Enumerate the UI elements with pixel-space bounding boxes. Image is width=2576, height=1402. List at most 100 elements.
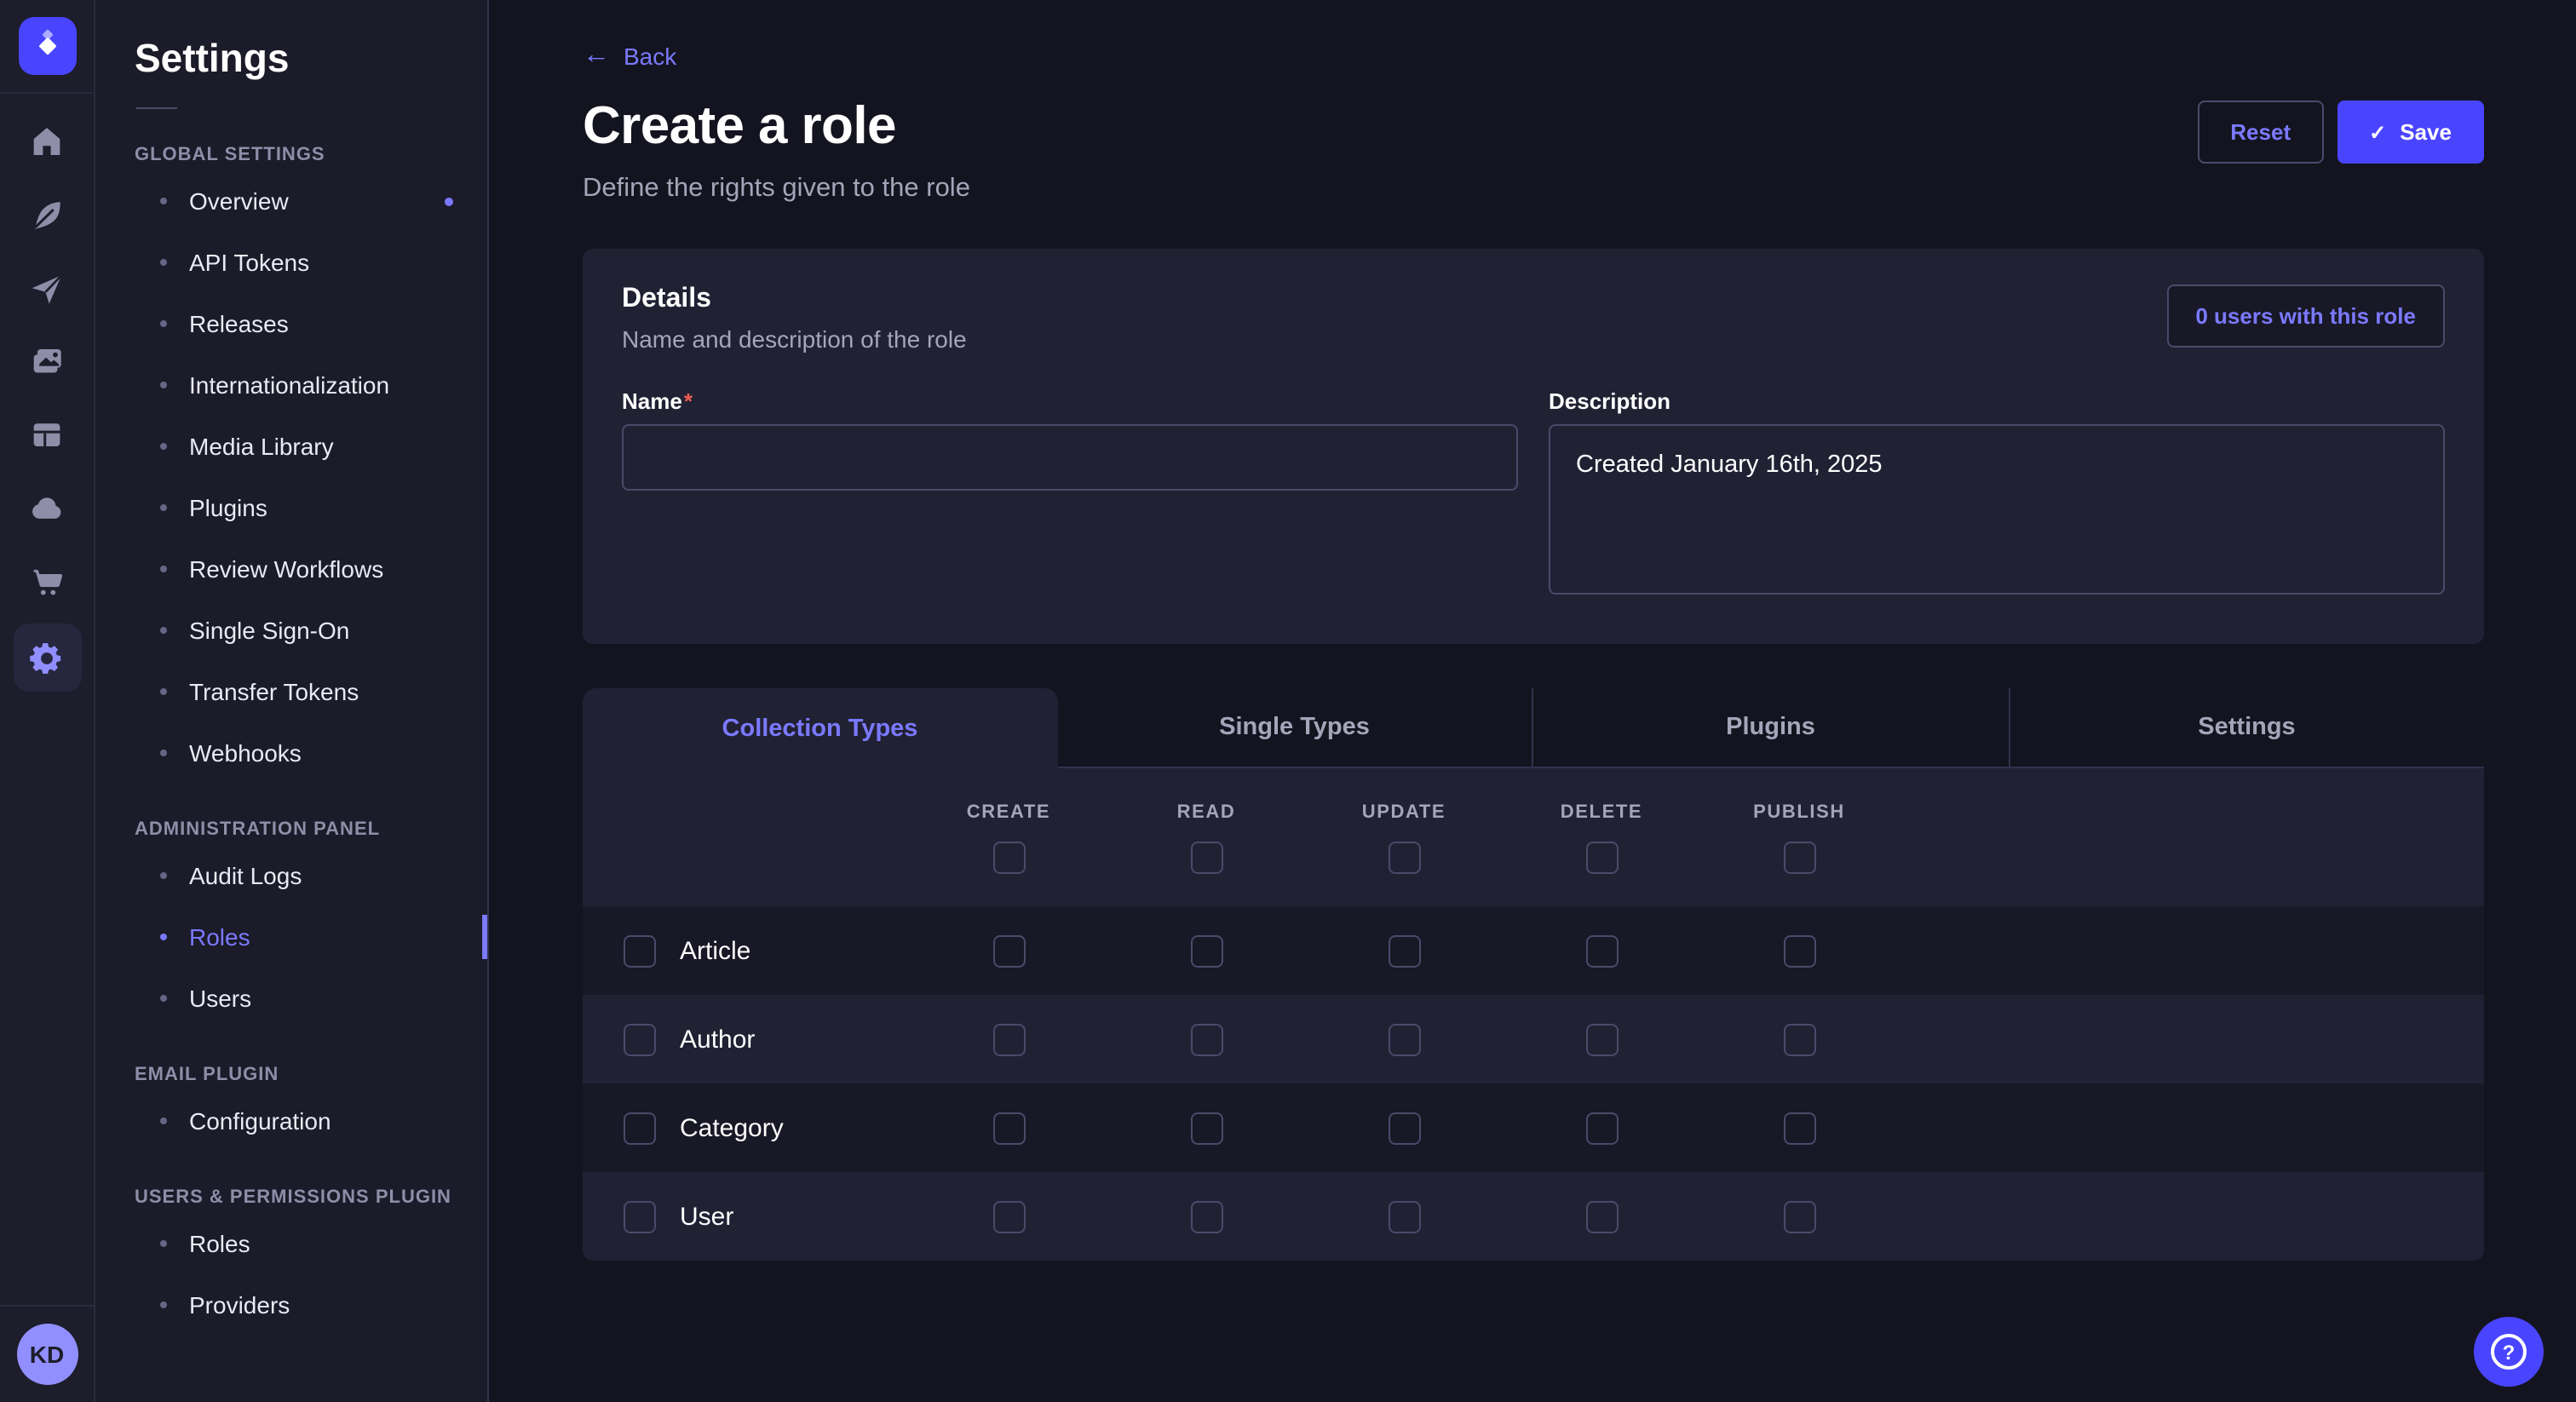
sidebar-item-label: Users — [189, 985, 251, 1012]
section-label: ADMINISTRATION PANEL — [135, 819, 487, 840]
user-read-checkbox[interactable] — [1190, 1200, 1222, 1232]
select-all-publish-checkbox[interactable] — [1783, 842, 1815, 874]
question-mark-icon: ? — [2491, 1334, 2527, 1370]
select-all-create-checkbox[interactable] — [992, 842, 1025, 874]
sidebar-item-roles-admin[interactable]: Roles — [95, 906, 487, 968]
author-create-checkbox[interactable] — [992, 1023, 1025, 1055]
header-actions: Reset ✓ Save — [2198, 101, 2484, 164]
main-content: ← Back Create a role Reset ✓ Save Define… — [489, 0, 2576, 1402]
marketplace-cart-icon[interactable] — [9, 545, 84, 618]
content-feather-icon[interactable] — [9, 179, 84, 252]
sidebar-item-releases[interactable]: Releases — [95, 293, 487, 354]
row-select-checkbox-category[interactable] — [624, 1112, 656, 1144]
sidebar-item-transfer-tokens[interactable]: Transfer Tokens — [95, 661, 487, 722]
name-input[interactable] — [622, 424, 1518, 491]
tab-settings[interactable]: Settings — [2008, 688, 2484, 768]
bullet-icon — [160, 995, 167, 1002]
row-select-checkbox-author[interactable] — [624, 1023, 656, 1055]
back-link[interactable]: ← Back — [583, 43, 676, 70]
category-update-checkbox[interactable] — [1388, 1112, 1420, 1144]
row-select-checkbox-user[interactable] — [624, 1200, 656, 1232]
select-all-delete-checkbox[interactable] — [1585, 842, 1618, 874]
users-with-role-button[interactable]: 0 users with this role — [2166, 284, 2445, 348]
sidebar-item-providers[interactable]: Providers — [95, 1274, 487, 1336]
article-create-checkbox[interactable] — [992, 934, 1025, 967]
sidebar-item-roles-up[interactable]: Roles — [95, 1213, 487, 1274]
save-button[interactable]: ✓ Save — [2337, 101, 2484, 164]
home-icon[interactable] — [9, 106, 84, 179]
sidebar-item-users[interactable]: Users — [95, 968, 487, 1029]
sidebar-item-audit-logs[interactable]: Audit Logs — [95, 845, 487, 906]
sidebar-item-label: Review Workflows — [189, 555, 383, 583]
details-fields: Name* Description Created January 16th, … — [622, 388, 2445, 603]
article-read-checkbox[interactable] — [1190, 934, 1222, 967]
cloud-icon[interactable] — [9, 472, 84, 545]
permissions-table: CREATE READ UPDATE DELETE PUBLISH — [583, 768, 2484, 1261]
user-create-checkbox[interactable] — [992, 1200, 1025, 1232]
sidebar-item-plugins[interactable]: Plugins — [95, 477, 487, 538]
sidebar-item-media-library[interactable]: Media Library — [95, 416, 487, 477]
sidebar-item-label: API Tokens — [189, 249, 309, 276]
sidebar-item-label: Configuration — [189, 1107, 331, 1135]
article-publish-checkbox[interactable] — [1783, 934, 1815, 967]
sidebar-item-internationalization[interactable]: Internationalization — [95, 354, 487, 416]
row-label: Category — [680, 1113, 784, 1142]
user-publish-checkbox[interactable] — [1783, 1200, 1815, 1232]
sidebar-item-label: Audit Logs — [189, 862, 302, 889]
section-label: USERS & PERMISSIONS PLUGIN — [135, 1187, 487, 1208]
sidebar-item-overview[interactable]: Overview — [95, 170, 487, 232]
sidebar-item-single-sign-on[interactable]: Single Sign-On — [95, 600, 487, 661]
sidebar-item-review-workflows[interactable]: Review Workflows — [95, 538, 487, 600]
app-root: KD Settings GLOBAL SETTINGS Overview API… — [0, 0, 2576, 1402]
column-label-read: READ — [1107, 802, 1305, 823]
media-library-icon[interactable] — [9, 325, 84, 399]
column-label-create: CREATE — [910, 802, 1107, 823]
column-label-publish: PUBLISH — [1700, 802, 1898, 823]
strapi-logo[interactable] — [18, 17, 76, 75]
author-read-checkbox[interactable] — [1190, 1023, 1222, 1055]
category-delete-checkbox[interactable] — [1585, 1112, 1618, 1144]
bullet-icon — [160, 320, 167, 327]
select-all-read-checkbox[interactable] — [1190, 842, 1222, 874]
permissions-table-header: CREATE READ UPDATE DELETE PUBLISH — [583, 768, 2484, 906]
check-icon: ✓ — [2369, 120, 2386, 144]
name-label: Name* — [622, 388, 1518, 414]
user-update-checkbox[interactable] — [1388, 1200, 1420, 1232]
section-global-settings: GLOBAL SETTINGS Overview API Tokens Rele… — [95, 145, 487, 784]
tab-single-types[interactable]: Single Types — [1057, 688, 1532, 768]
sidebar-item-configuration[interactable]: Configuration — [95, 1090, 487, 1152]
settings-gear-icon[interactable] — [9, 618, 84, 697]
save-label: Save — [2400, 119, 2452, 145]
bullet-icon — [160, 688, 167, 695]
author-update-checkbox[interactable] — [1388, 1023, 1420, 1055]
category-read-checkbox[interactable] — [1190, 1112, 1222, 1144]
table-row-author: Author — [583, 995, 2484, 1083]
section-administration-panel: ADMINISTRATION PANEL Audit Logs Roles Us… — [95, 819, 487, 1029]
bullet-icon — [160, 382, 167, 388]
category-publish-checkbox[interactable] — [1783, 1112, 1815, 1144]
paper-plane-icon[interactable] — [9, 252, 84, 325]
tab-collection-types[interactable]: Collection Types — [583, 688, 1057, 768]
article-update-checkbox[interactable] — [1388, 934, 1420, 967]
bullet-icon — [160, 1118, 167, 1124]
author-publish-checkbox[interactable] — [1783, 1023, 1815, 1055]
description-label: Description — [1549, 388, 2445, 414]
section-users-permissions-plugin: USERS & PERMISSIONS PLUGIN Roles Provide… — [95, 1187, 487, 1336]
back-label: Back — [624, 43, 676, 70]
reset-button[interactable]: Reset — [2198, 101, 2323, 164]
category-create-checkbox[interactable] — [992, 1112, 1025, 1144]
sidebar-item-webhooks[interactable]: Webhooks — [95, 722, 487, 784]
description-textarea[interactable]: Created January 16th, 2025 — [1549, 424, 2445, 595]
article-delete-checkbox[interactable] — [1585, 934, 1618, 967]
tab-plugins[interactable]: Plugins — [1532, 688, 2008, 768]
avatar[interactable]: KD — [16, 1324, 78, 1385]
permissions-rows: Article Author — [583, 906, 2484, 1261]
sidebar-item-api-tokens[interactable]: API Tokens — [95, 232, 487, 293]
subnav-title: Settings — [135, 36, 487, 82]
help-button[interactable]: ? — [2474, 1317, 2544, 1387]
select-all-update-checkbox[interactable] — [1388, 842, 1420, 874]
row-select-checkbox-article[interactable] — [624, 934, 656, 967]
author-delete-checkbox[interactable] — [1585, 1023, 1618, 1055]
layout-panel-icon[interactable] — [9, 399, 84, 472]
user-delete-checkbox[interactable] — [1585, 1200, 1618, 1232]
